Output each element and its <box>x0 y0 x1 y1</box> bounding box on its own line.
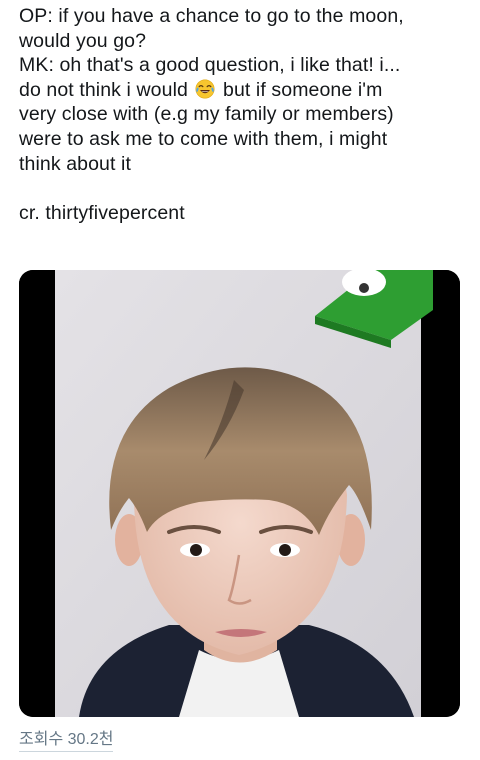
tweet-media[interactable] <box>19 270 460 717</box>
tweet-line-1: OP: if you have a chance to go to the mo… <box>19 5 404 27</box>
tweet-credit: cr. thirtyfivepercent <box>19 201 185 224</box>
view-count: 조회수 30.2천 <box>19 725 114 752</box>
tweet-line-2: would you go? <box>19 29 147 52</box>
person-portrait-icon <box>19 270 460 717</box>
divider <box>19 751 114 752</box>
tweet-line-3: MK: oh that's a good question, i like th… <box>19 54 401 77</box>
face-with-tears-of-joy-icon <box>195 79 215 99</box>
tweet-line-6: were to ask me to come with them, i migh… <box>19 127 388 150</box>
view-count-label: 조회수 30.2천 <box>19 731 114 748</box>
tweet-body: OP: if you have a chance to go to the mo… <box>19 4 469 225</box>
tweet-line-4b: but if someone i'm <box>217 78 383 101</box>
tweet-line-4a: do not think i would <box>19 78 188 101</box>
tweet-line-4: do not think i would but if someone i'm <box>19 78 469 103</box>
tweet-line-5: very close with (e.g my family or member… <box>19 103 394 126</box>
tweet-line-7: think about it <box>19 152 131 175</box>
